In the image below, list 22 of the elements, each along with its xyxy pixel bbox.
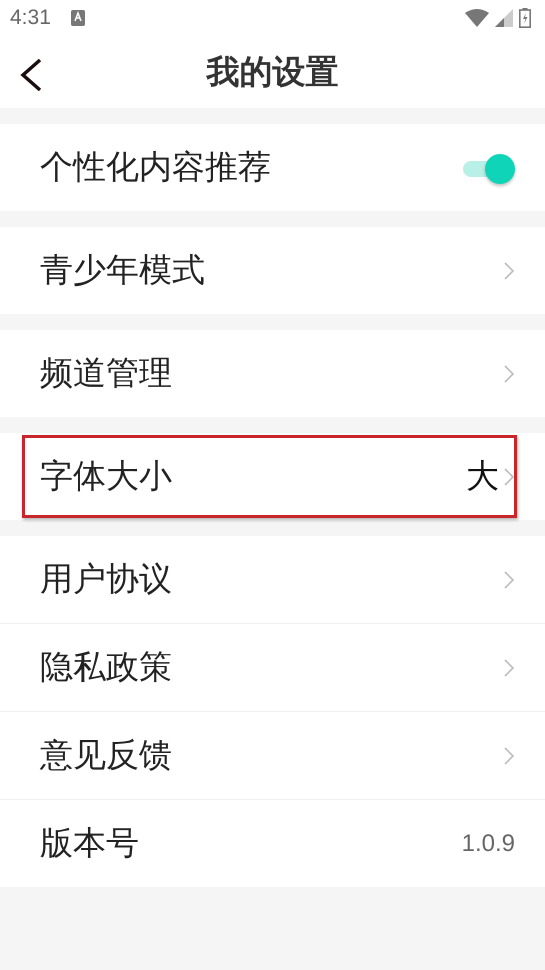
chevron-right-icon <box>503 466 515 486</box>
wifi-icon <box>465 9 489 27</box>
chevron-right-icon <box>503 570 515 590</box>
setting-label[interactable]: 青少年模式 <box>40 248 205 293</box>
keyboard-icon <box>70 10 85 26</box>
setting-label[interactable]: 隐私政策 <box>40 645 172 690</box>
chevron-right-icon <box>503 364 515 384</box>
version-number: 1.0.9 <box>462 830 515 858</box>
setting-label[interactable]: 版本号 <box>40 821 139 866</box>
setting-label[interactable]: 意见反馈 <box>40 733 172 778</box>
chevron-right-icon <box>503 260 515 280</box>
setting-label[interactable]: 频道管理 <box>40 351 172 396</box>
chevron-right-icon <box>503 658 515 678</box>
chevron-right-icon <box>503 746 515 766</box>
setting-label[interactable]: 用户协议 <box>40 557 172 602</box>
page-title: 我的设置 <box>206 50 338 92</box>
signal-icon <box>495 9 513 27</box>
row-value: 大 <box>466 455 499 497</box>
battery-icon <box>519 8 531 28</box>
back-icon[interactable] <box>18 58 44 92</box>
status-time: 4:31 <box>10 6 51 30</box>
setting-label[interactable]: 字体大小 <box>40 454 172 499</box>
